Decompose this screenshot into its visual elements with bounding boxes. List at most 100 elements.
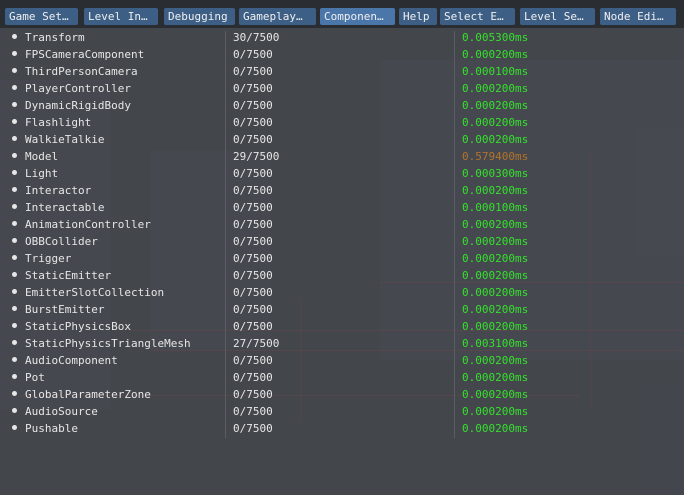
component-row[interactable]: Interactable 0/7500 0.000100ms (0, 199, 684, 216)
component-name: StaticPhysicsTriangleMesh (25, 337, 191, 350)
bullet-icon (12, 170, 17, 175)
component-name: Pot (25, 371, 45, 384)
component-row[interactable]: Pushable 0/7500 0.000200ms (0, 420, 684, 437)
bullet-icon (12, 289, 17, 294)
component-name: AnimationController (25, 218, 151, 231)
component-name: StaticEmitter (25, 269, 112, 282)
component-row[interactable]: BurstEmitter 0/7500 0.000200ms (0, 301, 684, 318)
bullet-icon (12, 102, 17, 107)
component-count: 0/7500 (233, 184, 273, 197)
component-time: 0.000200ms (462, 82, 529, 95)
component-name: BurstEmitter (25, 303, 105, 316)
menu-tab-2[interactable]: Level In… (84, 8, 158, 25)
bullet-icon (12, 255, 17, 260)
component-name: ThirdPersonCamera (25, 65, 138, 78)
component-name: Flashlight (25, 116, 92, 129)
menu-tab-1[interactable]: Game Set… (5, 8, 78, 25)
component-time: 0.000200ms (462, 252, 529, 265)
component-time: 0.000100ms (462, 201, 529, 214)
component-count: 0/7500 (233, 99, 273, 112)
component-row[interactable]: DynamicRigidBody 0/7500 0.000200ms (0, 97, 684, 114)
bullet-icon (12, 306, 17, 311)
component-count: 27/7500 (233, 337, 280, 350)
menu-tab-4[interactable]: Gameplay… (239, 8, 316, 25)
component-row[interactable]: StaticPhysicsBox 0/7500 0.000200ms (0, 318, 684, 335)
menu-tab-9[interactable]: Node Edi… (600, 8, 676, 25)
component-count: 0/7500 (233, 388, 273, 401)
component-time: 0.000200ms (462, 354, 529, 367)
menu-tab-3[interactable]: Debugging (164, 8, 235, 25)
component-row[interactable]: Pot 0/7500 0.000200ms (0, 369, 684, 386)
menu-tab-5[interactable]: Componen… (320, 8, 395, 25)
bullet-icon (12, 119, 17, 124)
component-row[interactable]: StaticEmitter 0/7500 0.000200ms (0, 267, 684, 284)
bullet-icon (12, 408, 17, 413)
component-time: 0.000200ms (462, 116, 529, 129)
bullet-icon (12, 357, 17, 362)
bullet-icon (12, 272, 17, 277)
component-row[interactable]: ThirdPersonCamera 0/7500 0.000100ms (0, 63, 684, 80)
component-row[interactable]: Interactor 0/7500 0.000200ms (0, 182, 684, 199)
component-time: 0.003100ms (462, 337, 529, 350)
component-time: 0.000200ms (462, 99, 529, 112)
component-time: 0.000200ms (462, 388, 529, 401)
component-name: AudioSource (25, 405, 98, 418)
component-row[interactable]: OBBCollider 0/7500 0.000200ms (0, 233, 684, 250)
component-name: Transform (25, 31, 85, 44)
component-time: 0.000100ms (462, 65, 529, 78)
component-count: 0/7500 (233, 201, 273, 214)
component-count: 0/7500 (233, 235, 273, 248)
component-count: 0/7500 (233, 82, 273, 95)
component-row[interactable]: Light 0/7500 0.000300ms (0, 165, 684, 182)
component-time: 0.000200ms (462, 184, 529, 197)
component-row[interactable]: Trigger 0/7500 0.000200ms (0, 250, 684, 267)
bullet-icon (12, 238, 17, 243)
menu-tab-6[interactable]: Help (399, 8, 437, 25)
component-time: 0.000200ms (462, 320, 529, 333)
component-row[interactable]: AudioComponent 0/7500 0.000200ms (0, 352, 684, 369)
component-count: 0/7500 (233, 116, 273, 129)
component-time: 0.000300ms (462, 167, 529, 180)
component-row[interactable]: FPSCameraComponent 0/7500 0.000200ms (0, 46, 684, 63)
bullet-icon (12, 68, 17, 73)
component-row[interactable]: EmitterSlotCollection 0/7500 0.000200ms (0, 284, 684, 301)
component-row[interactable]: PlayerController 0/7500 0.000200ms (0, 80, 684, 97)
menu-tab-8[interactable]: Level Se… (520, 8, 595, 25)
component-count: 0/7500 (233, 422, 273, 435)
component-count: 0/7500 (233, 320, 273, 333)
component-time: 0.000200ms (462, 286, 529, 299)
component-count: 0/7500 (233, 48, 273, 61)
component-time: 0.000200ms (462, 422, 529, 435)
bullet-icon (12, 85, 17, 90)
component-time: 0.000200ms (462, 218, 529, 231)
component-count: 0/7500 (233, 218, 273, 231)
component-name: AudioComponent (25, 354, 118, 367)
component-time: 0.000200ms (462, 303, 529, 316)
component-name: Trigger (25, 252, 72, 265)
component-row[interactable]: WalkieTalkie 0/7500 0.000200ms (0, 131, 684, 148)
component-row[interactable]: AnimationController 0/7500 0.000200ms (0, 216, 684, 233)
bullet-icon (12, 221, 17, 226)
component-row[interactable]: GlobalParameterZone 0/7500 0.000200ms (0, 386, 684, 403)
component-row[interactable]: Transform 30/7500 0.005300ms (0, 29, 684, 46)
bullet-icon (12, 136, 17, 141)
bullet-icon (12, 187, 17, 192)
component-name: DynamicRigidBody (25, 99, 131, 112)
component-count: 30/7500 (233, 31, 280, 44)
bullet-icon (12, 340, 17, 345)
component-name: FPSCameraComponent (25, 48, 145, 61)
component-time: 0.000200ms (462, 371, 529, 384)
component-name: Model (25, 150, 59, 163)
component-name: Interactor (25, 184, 92, 197)
component-row[interactable]: StaticPhysicsTriangleMesh 27/7500 0.003100… (0, 335, 684, 352)
menu-tab-7[interactable]: Select E… (440, 8, 515, 25)
component-name: OBBCollider (25, 235, 98, 248)
component-row[interactable]: Model 29/7500 0.579400ms (0, 148, 684, 165)
component-count: 0/7500 (233, 405, 273, 418)
component-name: WalkieTalkie (25, 133, 105, 146)
component-row[interactable]: AudioSource 0/7500 0.000200ms (0, 403, 684, 420)
component-count: 0/7500 (233, 303, 273, 316)
component-count: 0/7500 (233, 65, 273, 78)
component-count: 0/7500 (233, 286, 273, 299)
component-row[interactable]: Flashlight 0/7500 0.000200ms (0, 114, 684, 131)
